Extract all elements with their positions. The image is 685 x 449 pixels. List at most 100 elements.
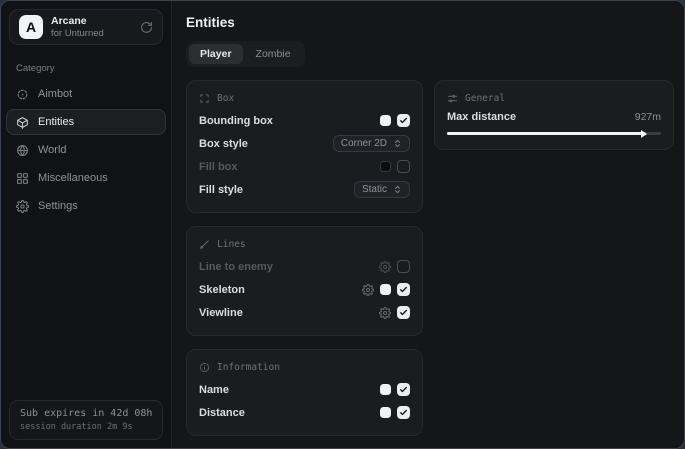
row-controls xyxy=(380,114,410,127)
information-section: Information Name Distance xyxy=(186,349,423,436)
section-title: Box xyxy=(217,93,234,104)
color-swatch[interactable] xyxy=(380,284,391,295)
app-title: Arcane xyxy=(51,15,104,28)
color-swatch[interactable] xyxy=(380,115,391,126)
checkbox-checked[interactable] xyxy=(397,114,410,127)
general-section: General Max distance 927m xyxy=(434,80,674,150)
dropdown-value: Corner 2D xyxy=(341,138,387,149)
color-swatch[interactable] xyxy=(380,161,391,172)
entities-icon xyxy=(16,116,29,129)
settings-columns: Box Bounding box Box style xyxy=(186,80,674,436)
setting-row-fill-style: Fill style Static xyxy=(199,178,410,201)
setting-row-skeleton: Skeleton xyxy=(199,278,410,301)
checkbox-unchecked[interactable] xyxy=(397,260,410,273)
setting-row-bounding-box: Bounding box xyxy=(199,109,410,132)
general-section-header: General xyxy=(447,93,661,104)
box-style-dropdown[interactable]: Corner 2D xyxy=(333,135,410,152)
selection-box-icon xyxy=(199,93,210,104)
box-section: Box Bounding box Box style xyxy=(186,80,423,213)
setting-label: Name xyxy=(199,384,229,396)
max-distance-value: 927m xyxy=(635,111,661,123)
app-subtitle: for Unturned xyxy=(51,28,104,39)
lines-section-header: Lines xyxy=(199,239,410,250)
fill-style-dropdown[interactable]: Static xyxy=(354,181,410,198)
sidebar-item-aimbot[interactable]: Aimbot xyxy=(6,81,166,107)
left-column: Box Bounding box Box style xyxy=(186,80,423,436)
sliders-icon xyxy=(447,93,458,104)
setting-row-viewline: Viewline xyxy=(199,301,410,324)
box-section-header: Box xyxy=(199,93,410,104)
tab-player[interactable]: Player xyxy=(189,44,243,64)
checkbox-unchecked[interactable] xyxy=(397,160,410,173)
max-distance-row: Max distance 927m xyxy=(447,111,661,123)
gear-icon xyxy=(16,200,29,213)
setting-label: Viewline xyxy=(199,307,243,319)
setting-label: Box style xyxy=(199,138,248,150)
setting-label: Distance xyxy=(199,407,245,419)
app-logo: A xyxy=(19,15,43,39)
crosshair-icon xyxy=(16,88,29,101)
setting-row-box-style: Box style Corner 2D xyxy=(199,132,410,155)
sidebar-item-world[interactable]: World xyxy=(6,137,166,163)
row-controls xyxy=(379,260,410,273)
tab-zombie[interactable]: Zombie xyxy=(245,44,302,64)
logo-card: A Arcane for Unturned xyxy=(9,9,163,45)
information-section-header: Information xyxy=(199,362,410,373)
sidebar-item-label: Aimbot xyxy=(38,88,72,100)
entity-tabs: Player Zombie xyxy=(186,41,305,67)
color-swatch[interactable] xyxy=(380,384,391,395)
page-title: Entities xyxy=(186,15,674,30)
setting-label: Fill box xyxy=(199,161,238,173)
category-label: Category xyxy=(16,63,156,74)
setting-label: Line to enemy xyxy=(199,261,273,273)
slider-fill xyxy=(447,132,645,135)
color-swatch[interactable] xyxy=(380,407,391,418)
setting-row-distance: Distance xyxy=(199,401,410,424)
chevron-up-down-icon xyxy=(393,185,402,194)
checkbox-checked[interactable] xyxy=(397,383,410,396)
lines-section: Lines Line to enemy Skeleton xyxy=(186,226,423,336)
sidebar-item-label: World xyxy=(38,144,67,156)
sub-expiry-text: Sub expires in 42d 08h xyxy=(20,408,152,419)
info-circle-icon xyxy=(199,362,210,373)
section-title: Lines xyxy=(217,239,246,250)
setting-row-line-to-enemy: Line to enemy xyxy=(199,255,410,278)
setting-label: Bounding box xyxy=(199,115,273,127)
app-window: A Arcane for Unturned Category Aimbot xyxy=(0,0,685,449)
setting-label: Fill style xyxy=(199,184,243,196)
main-content: Entities Player Zombie Box Bounding box xyxy=(172,1,685,448)
slider-thumb[interactable] xyxy=(641,130,647,138)
section-title: General xyxy=(465,93,505,104)
refresh-icon[interactable] xyxy=(140,21,153,34)
row-controls xyxy=(380,160,410,173)
row-controls xyxy=(362,283,410,296)
max-distance-label: Max distance xyxy=(447,111,516,123)
session-duration-text: session duration 2m 9s xyxy=(20,422,152,432)
sidebar-item-label: Settings xyxy=(38,200,78,212)
subscription-status-card: Sub expires in 42d 08h session duration … xyxy=(9,400,163,440)
max-distance-slider[interactable] xyxy=(447,132,661,135)
sidebar-item-miscellaneous[interactable]: Miscellaneous xyxy=(6,165,166,191)
right-column: General Max distance 927m xyxy=(434,80,674,150)
sidebar-item-label: Entities xyxy=(38,116,74,128)
row-controls xyxy=(379,306,410,319)
chevron-up-down-icon xyxy=(393,139,402,148)
sidebar-item-entities[interactable]: Entities xyxy=(6,109,166,135)
gear-icon[interactable] xyxy=(362,284,374,296)
pencil-line-icon xyxy=(199,239,210,250)
grid-icon xyxy=(16,172,29,185)
sidebar-item-settings[interactable]: Settings xyxy=(6,193,166,219)
checkbox-checked[interactable] xyxy=(397,406,410,419)
setting-row-name: Name xyxy=(199,378,410,401)
gear-icon[interactable] xyxy=(379,307,391,319)
checkbox-checked[interactable] xyxy=(397,306,410,319)
globe-icon xyxy=(16,144,29,157)
row-controls xyxy=(380,406,410,419)
section-title: Information xyxy=(217,362,280,373)
sidebar-nav: Aimbot Entities World Miscellaneous xyxy=(1,80,171,220)
setting-label: Skeleton xyxy=(199,284,245,296)
gear-icon[interactable] xyxy=(379,261,391,273)
sidebar: A Arcane for Unturned Category Aimbot xyxy=(1,1,172,448)
row-controls xyxy=(380,383,410,396)
checkbox-checked[interactable] xyxy=(397,283,410,296)
